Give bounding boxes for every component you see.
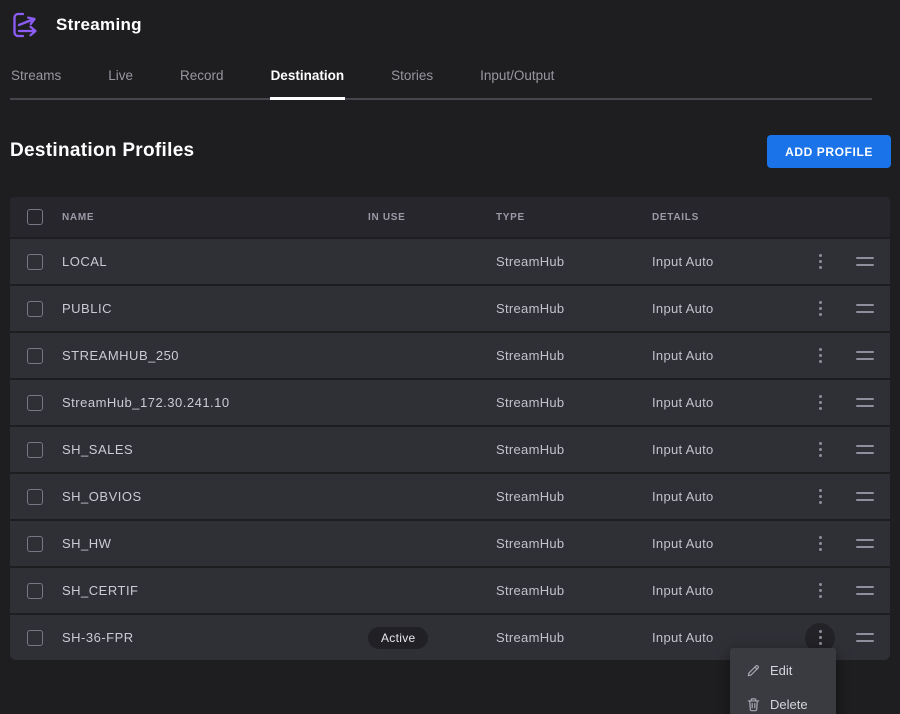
kebab-icon[interactable] bbox=[805, 341, 835, 371]
drag-handle-icon[interactable] bbox=[856, 351, 874, 360]
menu-item-edit[interactable]: Edit bbox=[730, 653, 836, 687]
type-cell: StreamHub bbox=[496, 442, 652, 457]
table-row: LOCAL StreamHub Input Auto bbox=[10, 239, 890, 284]
menu-item-label: Delete bbox=[770, 697, 808, 712]
details-cell: Input Auto bbox=[652, 254, 800, 269]
profile-name: StreamHub_172.30.241.10 bbox=[62, 395, 368, 410]
profile-name: SH_OBVIOS bbox=[62, 489, 368, 504]
select-all-checkbox[interactable] bbox=[27, 209, 43, 225]
kebab-icon[interactable] bbox=[805, 247, 835, 277]
tab-stories[interactable]: Stories bbox=[390, 62, 434, 98]
table-row: SH_HW StreamHub Input Auto bbox=[10, 521, 890, 566]
app-title: Streaming bbox=[56, 15, 142, 35]
table-row: SH_OBVIOS StreamHub Input Auto bbox=[10, 474, 890, 519]
stream-out-icon bbox=[10, 10, 42, 40]
table-row: StreamHub_172.30.241.10 StreamHub Input … bbox=[10, 380, 890, 425]
table-row: SH_SALES StreamHub Input Auto bbox=[10, 427, 890, 472]
kebab-icon[interactable] bbox=[805, 529, 835, 559]
profile-name: STREAMHUB_250 bbox=[62, 348, 368, 363]
row-context-menu: Edit Delete bbox=[730, 648, 836, 714]
table-row: STREAMHUB_250 StreamHub Input Auto bbox=[10, 333, 890, 378]
type-cell: StreamHub bbox=[496, 395, 652, 410]
profile-name: SH_CERTIF bbox=[62, 583, 368, 598]
type-cell: StreamHub bbox=[496, 536, 652, 551]
drag-handle-icon[interactable] bbox=[856, 539, 874, 548]
row-checkbox[interactable] bbox=[27, 395, 43, 411]
column-header-name: NAME bbox=[62, 212, 368, 223]
tab-live[interactable]: Live bbox=[107, 62, 134, 98]
column-header-in-use: IN USE bbox=[368, 212, 496, 223]
profile-name: LOCAL bbox=[62, 254, 368, 269]
row-checkbox[interactable] bbox=[27, 630, 43, 646]
tab-input-output[interactable]: Input/Output bbox=[479, 62, 555, 98]
type-cell: StreamHub bbox=[496, 254, 652, 269]
details-cell: Input Auto bbox=[652, 442, 800, 457]
tab-destination[interactable]: Destination bbox=[270, 62, 346, 98]
kebab-icon[interactable] bbox=[805, 482, 835, 512]
add-profile-button[interactable]: ADD PROFILE bbox=[767, 135, 891, 168]
column-header-type: TYPE bbox=[496, 212, 652, 223]
menu-item-label: Edit bbox=[770, 663, 792, 678]
type-cell: StreamHub bbox=[496, 348, 652, 363]
status-badge: Active bbox=[368, 627, 428, 649]
details-cell: Input Auto bbox=[652, 348, 800, 363]
row-checkbox[interactable] bbox=[27, 442, 43, 458]
row-checkbox[interactable] bbox=[27, 348, 43, 364]
table-row: SH_CERTIF StreamHub Input Auto bbox=[10, 568, 890, 613]
drag-handle-icon[interactable] bbox=[856, 445, 874, 454]
kebab-icon[interactable] bbox=[805, 576, 835, 606]
kebab-icon[interactable] bbox=[805, 294, 835, 324]
trash-icon bbox=[746, 697, 761, 712]
type-cell: StreamHub bbox=[496, 301, 652, 316]
drag-handle-icon[interactable] bbox=[856, 398, 874, 407]
row-checkbox[interactable] bbox=[27, 583, 43, 599]
profile-name: SH-36-FPR bbox=[62, 630, 368, 645]
profile-name: PUBLIC bbox=[62, 301, 368, 316]
drag-handle-icon[interactable] bbox=[856, 257, 874, 266]
details-cell: Input Auto bbox=[652, 301, 800, 316]
type-cell: StreamHub bbox=[496, 583, 652, 598]
tab-bar: Streams Live Record Destination Stories … bbox=[10, 62, 872, 100]
drag-handle-icon[interactable] bbox=[856, 633, 874, 642]
row-checkbox[interactable] bbox=[27, 489, 43, 505]
row-checkbox[interactable] bbox=[27, 301, 43, 317]
details-cell: Input Auto bbox=[652, 630, 800, 645]
kebab-icon[interactable] bbox=[805, 435, 835, 465]
profile-name: SH_SALES bbox=[62, 442, 368, 457]
tab-streams[interactable]: Streams bbox=[10, 62, 62, 98]
drag-handle-icon[interactable] bbox=[856, 586, 874, 595]
destination-profiles-table: NAME IN USE TYPE DETAILS LOCAL StreamHub… bbox=[10, 197, 890, 660]
pencil-icon bbox=[746, 663, 761, 678]
table-row: PUBLIC StreamHub Input Auto bbox=[10, 286, 890, 331]
type-cell: StreamHub bbox=[496, 630, 652, 645]
page-title: Destination Profiles bbox=[10, 140, 194, 162]
profile-name: SH_HW bbox=[62, 536, 368, 551]
details-cell: Input Auto bbox=[652, 536, 800, 551]
tab-record[interactable]: Record bbox=[179, 62, 225, 98]
menu-item-delete[interactable]: Delete bbox=[730, 687, 836, 714]
details-cell: Input Auto bbox=[652, 489, 800, 504]
kebab-icon[interactable] bbox=[805, 388, 835, 418]
type-cell: StreamHub bbox=[496, 489, 652, 504]
drag-handle-icon[interactable] bbox=[856, 492, 874, 501]
details-cell: Input Auto bbox=[652, 583, 800, 598]
details-cell: Input Auto bbox=[652, 395, 800, 410]
app-header: Streaming bbox=[0, 0, 900, 50]
drag-handle-icon[interactable] bbox=[856, 304, 874, 313]
row-checkbox[interactable] bbox=[27, 254, 43, 270]
table-header-row: NAME IN USE TYPE DETAILS bbox=[10, 197, 890, 237]
column-header-details: DETAILS bbox=[652, 212, 800, 223]
row-checkbox[interactable] bbox=[27, 536, 43, 552]
